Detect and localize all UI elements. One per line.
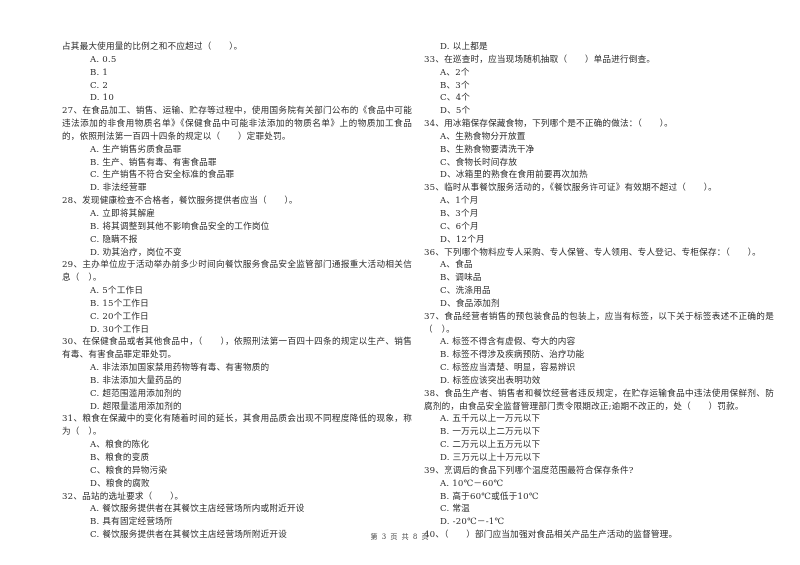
answer-option: B. 15个工作日 [90,298,149,309]
answer-option: A. 标签不得含有虚假、夸大的内容 [440,337,576,348]
answer-option: D. 超限量滥用添加剂的 [90,401,182,412]
answer-option: A. 非法添加国家禁用药物等有毒、有害物质的 [90,363,270,374]
answer-option: D. 三万元以上十万元以下 [440,453,541,463]
answer-option: C、4个 [440,93,471,104]
answer-option: C. 2 [90,80,108,91]
answer-option: B、3个 [440,80,470,91]
answer-option: A. 餐饮服务提供者在其餐饮主店经营场所内或附近开设 [90,504,305,515]
answer-option: B. 将其调整到其他不影响食品安全的工作岗位 [90,221,270,232]
question-stem: 32、品站的选址要求（ ）。 [62,491,184,502]
answer-option: C、6个月 [440,221,479,232]
answer-option: C. 标签应当清楚、明显，容易辨识 [440,363,576,374]
answer-option: D. 以上都是 [440,42,488,52]
answer-option: C、洗涤用品 [440,286,491,297]
answer-option: B、粮食的变质 [90,453,150,463]
answer-option: D. -20℃－-1℃ [440,517,505,528]
question-stem: 30、在保健食品或者其他食品中，（ ），依照刑法第一百四十四条的规定以生产、销售… [62,337,412,361]
answer-option: B、调味品 [440,273,482,284]
answer-option: A、生熟食物分开放置 [440,131,526,142]
question-stem: 37、食品经营者销售的预包装食品的包装上，应当有标签，以下关于标签表述不正确的是… [424,311,774,335]
answer-option: D. 非法经营罪 [90,183,147,194]
left-column: 占其最大使用量的比例之和不应超过（ ）。 A. 0.5 B. 1 C. 2 D. 10 2… [62,41,412,542]
answer-option: A. 立即将其解雇 [90,208,156,219]
answer-option: D. 30个工作日 [90,324,150,335]
answer-option: B、3个月 [440,208,479,219]
answer-option: D、食品添加剂 [440,298,500,309]
answer-option: B. 一万元以上二万元以下 [440,427,541,438]
answer-option: C. 常温 [440,504,470,515]
answer-option: D. 10 [90,93,114,104]
question-stem: 28、发现健康检查不合格者，餐饮服务提供者应当（ ）。 [62,196,298,207]
answer-option: B. 非法添加大量药品的 [90,375,182,386]
answer-option: B. 标签不得涉及疾病预防、治疗功能 [440,350,585,361]
answer-option: A. 五千元以上一万元以下 [440,414,541,425]
answer-option: B. 生产、销售有毒、有害食品罪 [90,157,217,168]
answer-option: A、1个月 [440,196,479,207]
answer-option: C. 隐瞒不报 [90,234,138,245]
answer-option: A. 生产销售劣质食品罪 [90,144,182,155]
question-stem: 36、下列哪个物料应专人采购、专人保管、专人领用、专人登记、专柜保存：（ ）。 [424,247,761,258]
answer-option: A. 0.5 [90,54,117,65]
answer-option: C、粮食的异物污染 [90,465,168,476]
question-stem: 31、粮食在保藏中的变化有随着时间的延长，其食用品质会出现不同程度降低的现象，称… [62,414,412,438]
answer-option: A、食品 [440,260,473,271]
answer-option: D、12个月 [440,234,485,245]
question-stem: 35、临时从事餐饮服务活动的，《餐饮服务许可证》有效期不超过（ ）。 [424,183,717,194]
question-stem: 34、用冰箱保存保藏食物，下列哪个是不正确的做法：（ ）。 [424,119,673,130]
answer-option: A、粮食的陈化 [90,440,150,451]
question-continuation: 占其最大使用量的比例之和不应超过（ ）。 [62,42,243,52]
answer-option: C. 超范围滥用添加剂的 [90,388,182,399]
answer-option: A. 10℃－60℃ [440,478,504,489]
answer-option: C、食物长时间存放 [440,157,518,168]
question-stem: 39、烹调后的食品下列哪个温度范围最符合保存条件? [424,465,634,476]
page-footer: 第 3 页 共 8 页 [370,533,430,541]
answer-option: B. 高于60℃或低于10℃ [440,491,539,502]
answer-option: C. 生产销售不符合安全标准的食品罪 [90,170,235,181]
answer-option: A. 5个工作日 [90,286,144,297]
question-stem: 38、食品生产者、销售者和餐饮经营者违反规定，在贮存运输食品中违法使用保鲜剂、防… [424,388,774,412]
answer-option: C. 二万元以上五万元以下 [440,440,541,451]
answer-option: D、冰箱里的熟食在食用前要再次加热 [440,170,588,181]
answer-option: B、生熟食物要清洗干净 [440,144,535,155]
question-stem: 29、主办单位应于活动举办前多少时间向餐饮服务食品安全监管部门通报重大活动相关信… [62,260,412,284]
right-column: D. 以上都是 33、在巡查时，应当现场随机抽取（ ）单品进行倒查。 A、2个 B、3… [424,41,774,542]
answer-option: C. 20个工作日 [90,311,149,322]
answer-option: B. 具有固定经营场所 [90,517,173,528]
answer-option: A、2个 [440,67,470,78]
answer-option: D、5个 [440,106,471,117]
answer-option: D. 标签应该突出表明功效 [440,375,541,386]
question-stem: 27、在食品加工、销售、运输、贮存等过程中，使用国务院有关部门公布的《食品中可能… [62,106,412,142]
answer-option: D. 劝其治疗，岗位不变 [90,247,182,258]
question-stem: 33、在巡查时，应当现场随机抽取（ ）单品进行倒查。 [424,54,656,65]
answer-option: D、粮食的腐败 [90,478,150,489]
answer-option: B. 1 [90,67,109,78]
